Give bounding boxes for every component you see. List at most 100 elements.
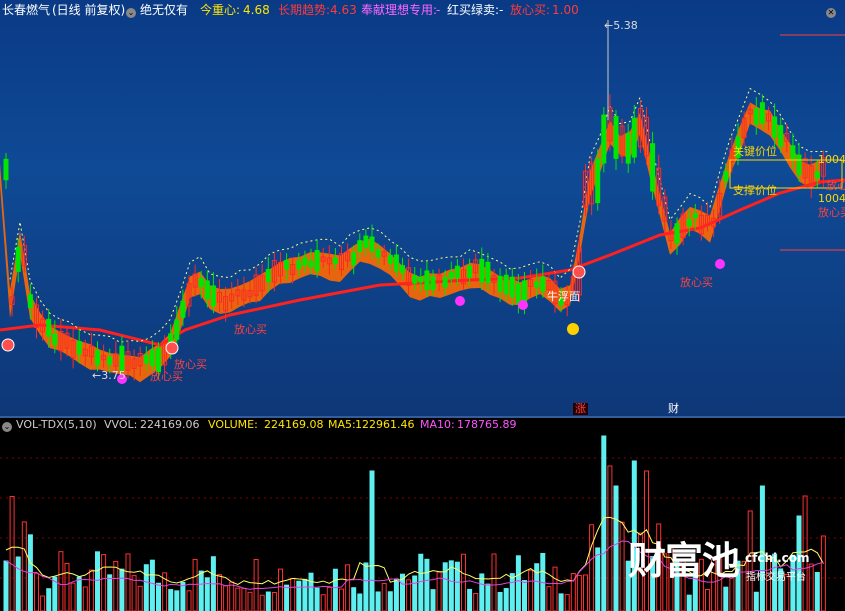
candle-body (692, 213, 698, 219)
candle-body (515, 283, 521, 304)
close-panel-icon[interactable]: ✕ (826, 1, 836, 19)
buy-signal-ball (572, 265, 586, 279)
buy-signal-label: 放心买 (680, 276, 713, 289)
candle-body (454, 265, 460, 279)
volume-bar (515, 555, 521, 611)
magenta-marker (518, 300, 528, 310)
candle-body (686, 219, 692, 227)
volume-bar (332, 568, 338, 611)
buy-signal-label: 放心买 (818, 206, 845, 219)
volume-bar (95, 551, 100, 611)
volume-bar (363, 562, 369, 611)
volume-bar (485, 583, 491, 611)
volume-bar (491, 553, 497, 611)
candle-body (107, 356, 113, 365)
candle-body (424, 270, 430, 291)
volume-bar (284, 584, 290, 611)
volume-bar (3, 560, 9, 611)
volume-bar (576, 574, 582, 611)
volume-bar (619, 521, 625, 611)
candle-body (595, 158, 601, 204)
candle-body (412, 275, 418, 284)
volume-bar (497, 591, 503, 611)
safe-buy-value: 1.00 (552, 3, 579, 17)
today-center-label: 今重心: (200, 3, 241, 17)
volume-value: 224169.08 (264, 418, 324, 431)
low-price-marker: ←3.75 (92, 369, 126, 382)
ma10-label: MA10: (420, 418, 455, 431)
volume-dropdown-icon[interactable]: ⌄ (2, 418, 12, 432)
candle-body (759, 102, 765, 124)
volume-bar (601, 435, 607, 611)
volume-bar (393, 578, 399, 611)
candle-body (149, 349, 155, 367)
candle-body (497, 275, 503, 292)
candle-body (387, 255, 393, 264)
volume-bar (143, 564, 149, 611)
magenta-marker (715, 259, 725, 269)
candle-body (796, 154, 802, 176)
ma5-label: MA5: (328, 418, 356, 431)
candle-body (753, 108, 759, 125)
volume-bar (442, 562, 448, 611)
candle-body (772, 116, 778, 138)
volume-bar (241, 587, 247, 611)
candle-body (448, 271, 454, 279)
watermark-site: cfchi.com (745, 551, 810, 565)
candle-body (503, 274, 509, 295)
volume-bar (412, 575, 418, 611)
candle-body (418, 276, 424, 283)
dedicated-value: - (436, 3, 441, 17)
volume-bar (113, 560, 119, 611)
candle-body (430, 276, 436, 291)
volume-bar (467, 588, 473, 611)
candle-body (357, 240, 363, 252)
candle-body (296, 260, 302, 270)
candle-body (302, 257, 308, 266)
candle-body (631, 117, 637, 158)
volume-bar (759, 485, 765, 611)
volume-bar (345, 564, 351, 611)
volume-bar (387, 591, 393, 611)
candle-body (143, 354, 149, 364)
candle-body (46, 318, 52, 337)
volume-bar (509, 573, 515, 611)
red-buy-green-sell-value: - (499, 3, 504, 17)
volume-bar (46, 588, 52, 611)
volume-label: VOLUME: (208, 418, 258, 431)
price-chart-canvas[interactable] (0, 0, 845, 418)
right-value-label: 1004 (818, 192, 845, 205)
volume-bar (101, 554, 107, 611)
watermark-slogan: 指标交易平台 (746, 572, 806, 583)
volume-bar (503, 588, 509, 611)
indicator-dropdown-icon[interactable]: ⌄ (126, 1, 136, 19)
key-price-label: 关键价位 (733, 145, 777, 158)
candle-body (509, 276, 515, 298)
volume-bar (369, 470, 375, 611)
candle-body (613, 116, 619, 159)
volume-bar (753, 591, 759, 611)
price-chart-panel[interactable] (0, 0, 845, 418)
volume-bar (296, 580, 302, 611)
high-price-marker: ←5.38 (604, 19, 638, 32)
buy-signal-ball (1, 338, 15, 352)
volume-indicator-name[interactable]: VOL-TDX(5,10) (16, 418, 97, 432)
volume-bar (265, 591, 271, 611)
candle-body (479, 258, 485, 283)
volume-bar (21, 521, 27, 611)
volume-bar (339, 588, 344, 611)
candle-body (198, 277, 204, 288)
candle-body (485, 261, 491, 284)
volume-bar (107, 574, 113, 611)
finance-marker: 财 (668, 402, 679, 415)
volume-bar (15, 556, 21, 611)
volume-bar (156, 582, 161, 611)
indicator-name[interactable]: 绝无仅有 (140, 1, 188, 19)
candle-body (204, 280, 210, 300)
volume-bar (278, 568, 283, 611)
volume-bar (192, 558, 198, 611)
volume-bar (430, 589, 436, 611)
candle-body (156, 347, 161, 373)
volume-bar (76, 576, 82, 611)
candle-body (332, 257, 338, 264)
